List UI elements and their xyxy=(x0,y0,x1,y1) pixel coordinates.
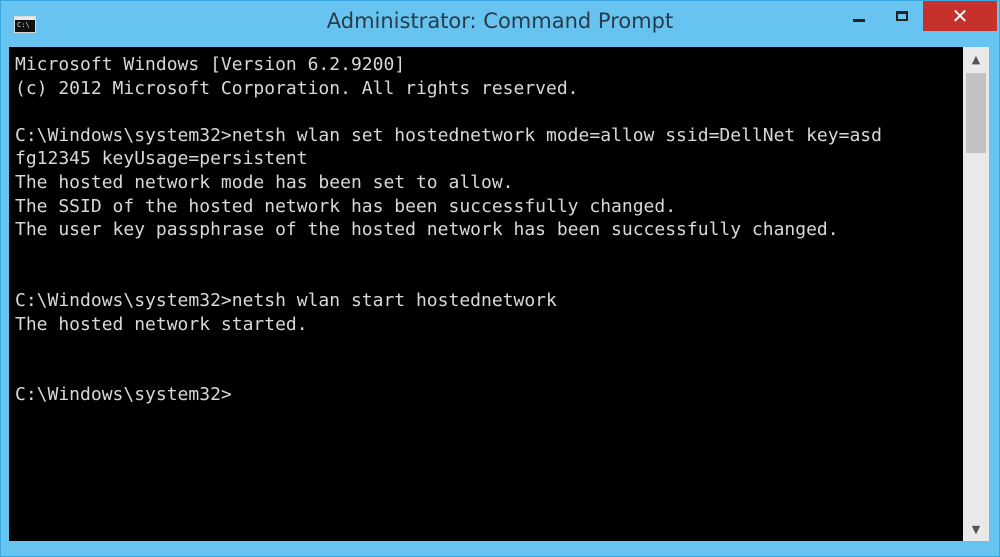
console-line: C:\Windows\system32>netsh wlan set hoste… xyxy=(15,124,882,146)
console-line: The hosted network mode has been set to … xyxy=(15,171,514,193)
console-line: The hosted network started. xyxy=(15,313,308,335)
console-line: Microsoft Windows [Version 6.2.9200] xyxy=(15,54,406,75)
scroll-down-button[interactable]: ▼ xyxy=(963,517,989,541)
maximize-button[interactable] xyxy=(882,1,922,31)
console-line: fg12345 keyUsage=persistent xyxy=(15,148,308,170)
console-line: The SSID of the hosted network has been … xyxy=(15,195,677,217)
scroll-up-button[interactable]: ▲ xyxy=(963,47,989,71)
console-line: (c) 2012 Microsoft Corporation. All righ… xyxy=(15,77,579,99)
scroll-up-icon: ▲ xyxy=(971,52,981,66)
console-line: C:\Windows\system32>netsh wlan start hos… xyxy=(15,289,557,311)
vertical-scrollbar[interactable]: ▲ ▼ xyxy=(963,47,989,541)
title-bar[interactable]: C:\ Administrator: Command Prompt ✕ xyxy=(1,1,999,47)
command-prompt-window: C:\ Administrator: Command Prompt ✕ Micr… xyxy=(0,0,1000,557)
minimize-icon xyxy=(853,18,865,22)
console-line: The user key passphrase of the hosted ne… xyxy=(15,219,839,241)
close-icon: ✕ xyxy=(951,4,969,28)
close-button[interactable]: ✕ xyxy=(923,1,997,31)
scroll-down-icon: ▼ xyxy=(971,522,981,536)
maximize-icon xyxy=(896,11,908,21)
console-prompt-line: C:\Windows\system32> xyxy=(15,384,232,406)
console-text: Microsoft Windows [Version 6.2.9200] (c)… xyxy=(9,47,963,407)
console-output[interactable]: Microsoft Windows [Version 6.2.9200] (c)… xyxy=(9,47,963,541)
minimize-button[interactable] xyxy=(839,1,879,31)
scroll-thumb[interactable] xyxy=(966,73,986,153)
